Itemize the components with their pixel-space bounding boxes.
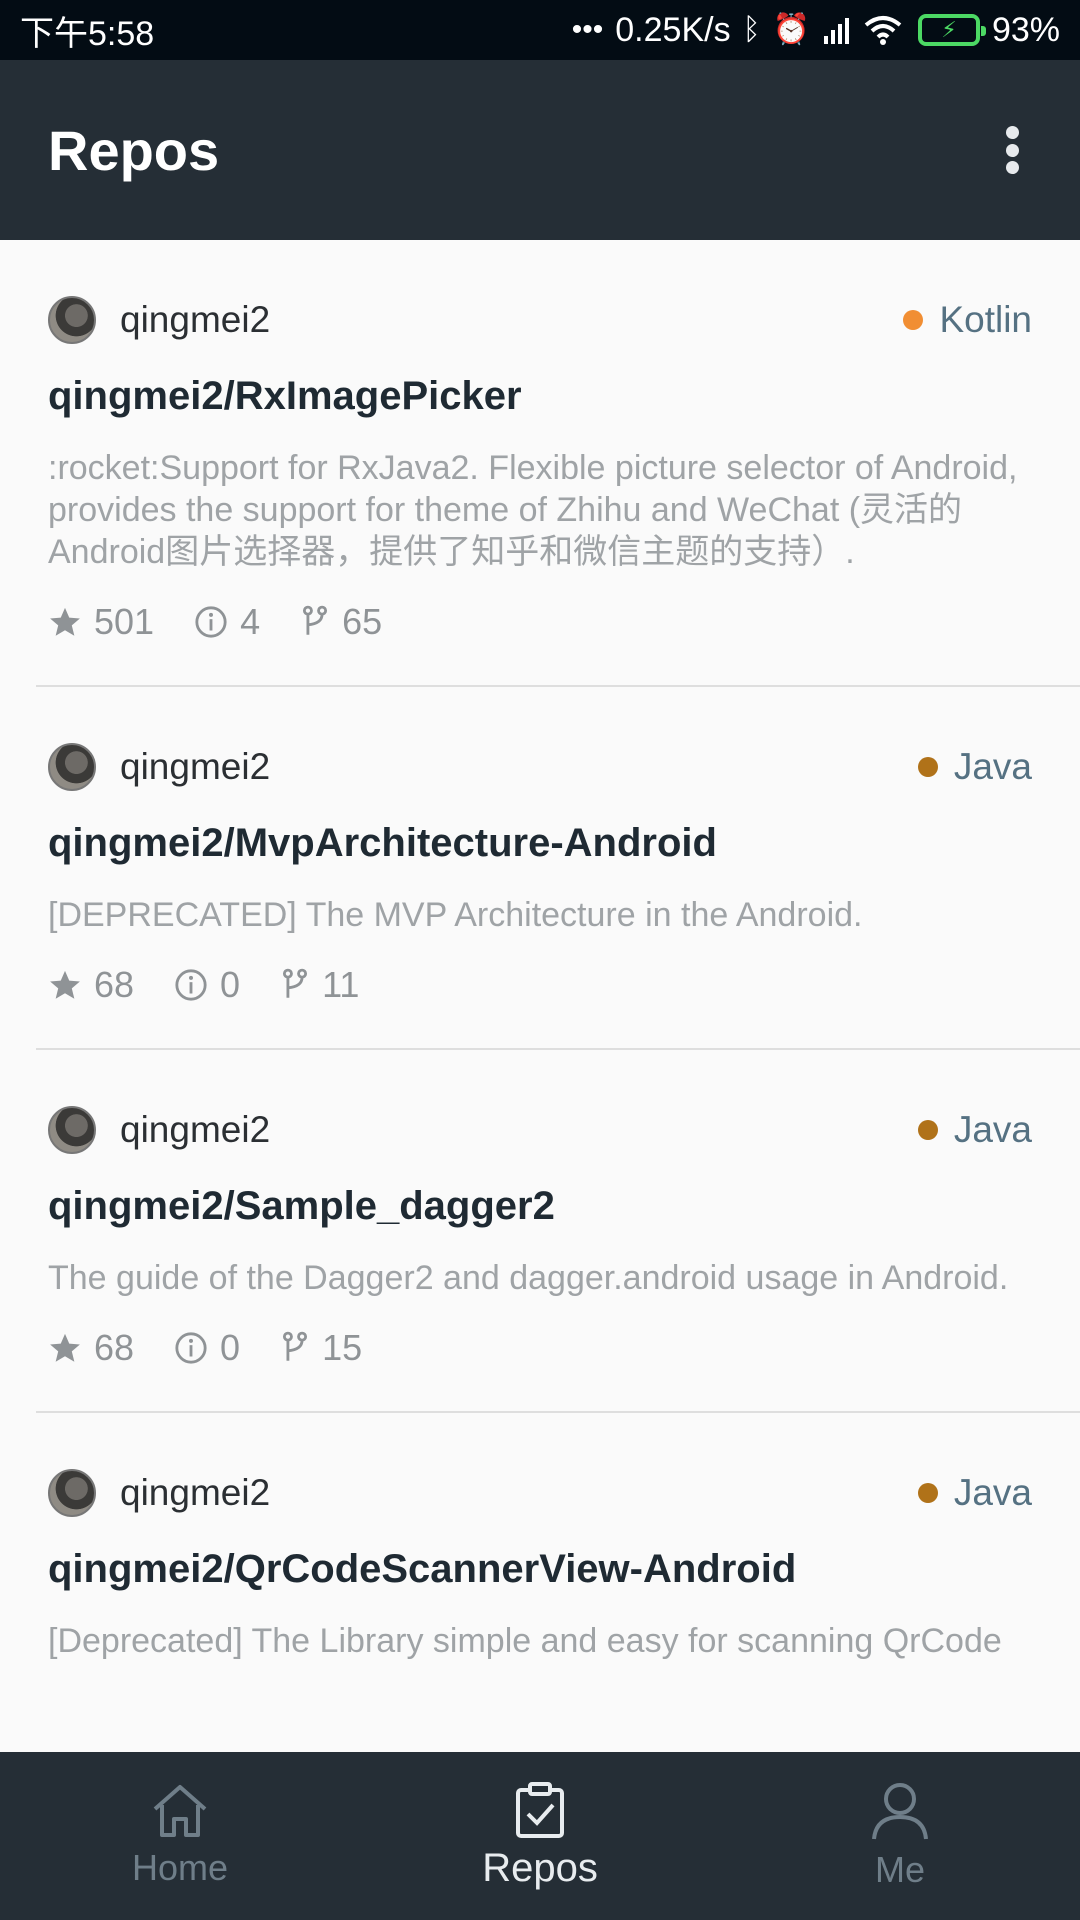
repo-name[interactable]: qingmei2/RxImagePicker (48, 374, 1032, 419)
avatar[interactable] (48, 1469, 96, 1517)
repo-list[interactable]: qingmei2 Kotlin qingmei2/RxImagePicker :… (0, 240, 1080, 1752)
nav-item-home[interactable]: Home (0, 1752, 360, 1920)
repo-language: Java (917, 1109, 1032, 1151)
owner-name: qingmei2 (120, 299, 271, 340)
repo-name[interactable]: qingmei2/MvpArchitecture-Android (48, 821, 1032, 866)
repo-description: The guide of the Dagger2 and dagger.andr… (48, 1259, 1009, 1297)
bottom-navigation: Home Repos Me (0, 1752, 1080, 1920)
repo-header: qingmei2 Java (48, 1090, 1032, 1170)
repo-description: :rocket:Support for RxJava2. Flexible pi… (48, 449, 1018, 571)
repo-owner[interactable]: qingmei2 (48, 296, 270, 344)
issues-stat: 0 (174, 964, 240, 1006)
nav-label-me: Me (874, 1849, 925, 1890)
star-icon (50, 607, 80, 636)
stars-stat: 501 (48, 601, 154, 643)
alarm-icon: ⏰ (772, 13, 810, 46)
language-color-dot (917, 757, 938, 777)
repo-owner[interactable]: qingmei2 (48, 1106, 270, 1154)
repo-list-item[interactable]: qingmei2 Java qingmei2/MvpArchitecture-A… (36, 727, 1080, 1050)
app-bar: Repos (0, 60, 1080, 240)
repo-language: Kotlin (903, 299, 1032, 341)
nav-label-home: Home (131, 1847, 229, 1888)
star-icon (50, 970, 80, 999)
repo-owner[interactable]: qingmei2 (48, 743, 270, 791)
stars-stat: 68 (48, 964, 134, 1006)
bluetooth-icon: ᛒ (742, 13, 761, 46)
issues-count: 0 (220, 1327, 241, 1368)
nav-item-me[interactable]: Me (720, 1752, 1080, 1920)
signal-icon (823, 18, 849, 44)
person-icon (872, 1783, 928, 1840)
fork-icon (283, 968, 308, 998)
issues-stat: 4 (194, 601, 260, 643)
repo-stats: 68 0 11 (48, 964, 1032, 1048)
language-color-dot (917, 1483, 938, 1503)
repo-list-item[interactable]: qingmei2 Kotlin qingmei2/RxImagePicker :… (36, 280, 1080, 687)
repo-name[interactable]: qingmei2/Sample_dagger2 (48, 1184, 1032, 1229)
fork-icon (303, 605, 328, 635)
battery-icon: ⚡ (917, 14, 986, 46)
forks-count: 11 (322, 964, 360, 1005)
info-icon (175, 1332, 207, 1364)
language-name: Java (953, 1109, 1032, 1150)
repo-owner[interactable]: qingmei2 (48, 1469, 270, 1517)
repo-stats: 68 0 15 (48, 1327, 1032, 1411)
language-color-dot (917, 1120, 938, 1140)
repo-list-item[interactable]: qingmei2 Java qingmei2/QrCodeScannerView… (36, 1453, 1080, 1722)
owner-name: qingmei2 (120, 1472, 271, 1513)
repo-list-item[interactable]: qingmei2 Java qingmei2/Sample_dagger2 Th… (36, 1090, 1080, 1413)
info-icon (195, 606, 227, 638)
nav-item-repos[interactable]: Repos (360, 1752, 720, 1920)
fork-icon (283, 1331, 308, 1361)
clipboard-check-icon (516, 1781, 564, 1838)
status-icons: ••• 0.25K/s ᛒ ⏰ ⚡ 93% (572, 11, 1060, 50)
issues-count: 0 (220, 964, 241, 1005)
repo-header: qingmei2 Kotlin (48, 280, 1032, 360)
repo-language: Java (917, 746, 1032, 788)
language-name: Java (953, 1472, 1032, 1513)
more-vert-icon[interactable] (992, 120, 1032, 180)
forks-count: 65 (342, 601, 383, 642)
net-speed: 0.25K/s (615, 10, 731, 49)
repo-stats: 501 4 65 (48, 601, 1032, 685)
forks-stat: 65 (300, 601, 382, 643)
avatar[interactable] (48, 1106, 96, 1154)
avatar[interactable] (48, 296, 96, 344)
repo-header: qingmei2 Java (48, 1453, 1032, 1533)
battery-percent: 93% (991, 10, 1060, 49)
language-name: Java (953, 746, 1032, 787)
repo-description: [DEPRECATED] The MVP Architecture in the… (48, 896, 863, 934)
wifi-icon (864, 16, 902, 45)
repo-header: qingmei2 Java (48, 727, 1032, 807)
language-name: Kotlin (939, 299, 1032, 340)
forks-stat: 15 (280, 1327, 362, 1369)
repo-description: [Deprecated] The Library simple and easy… (48, 1622, 1002, 1660)
forks-count: 15 (322, 1327, 363, 1368)
star-icon (50, 1333, 80, 1362)
info-icon (175, 969, 207, 1001)
issues-count: 4 (240, 601, 261, 642)
stars-count: 68 (94, 1327, 135, 1368)
owner-name: qingmei2 (120, 1109, 271, 1150)
status-time: 下午5:58 (20, 14, 155, 53)
dots-icon: ••• (571, 13, 604, 46)
language-color-dot (903, 310, 924, 330)
stars-stat: 68 (48, 1327, 134, 1369)
repo-language: Java (917, 1472, 1032, 1514)
stars-count: 501 (94, 601, 155, 642)
repo-name[interactable]: qingmei2/QrCodeScannerView-Android (48, 1547, 1032, 1592)
forks-stat: 11 (280, 964, 359, 1006)
nav-label-repos: Repos (482, 1845, 598, 1890)
owner-name: qingmei2 (120, 746, 271, 787)
status-bar: 下午5:58 ••• 0.25K/s ᛒ ⏰ ⚡ 93% (0, 0, 1080, 60)
home-icon (153, 1785, 207, 1837)
stars-count: 68 (94, 964, 135, 1005)
page-title: Repos (48, 118, 220, 182)
avatar[interactable] (48, 743, 96, 791)
issues-stat: 0 (174, 1327, 240, 1369)
